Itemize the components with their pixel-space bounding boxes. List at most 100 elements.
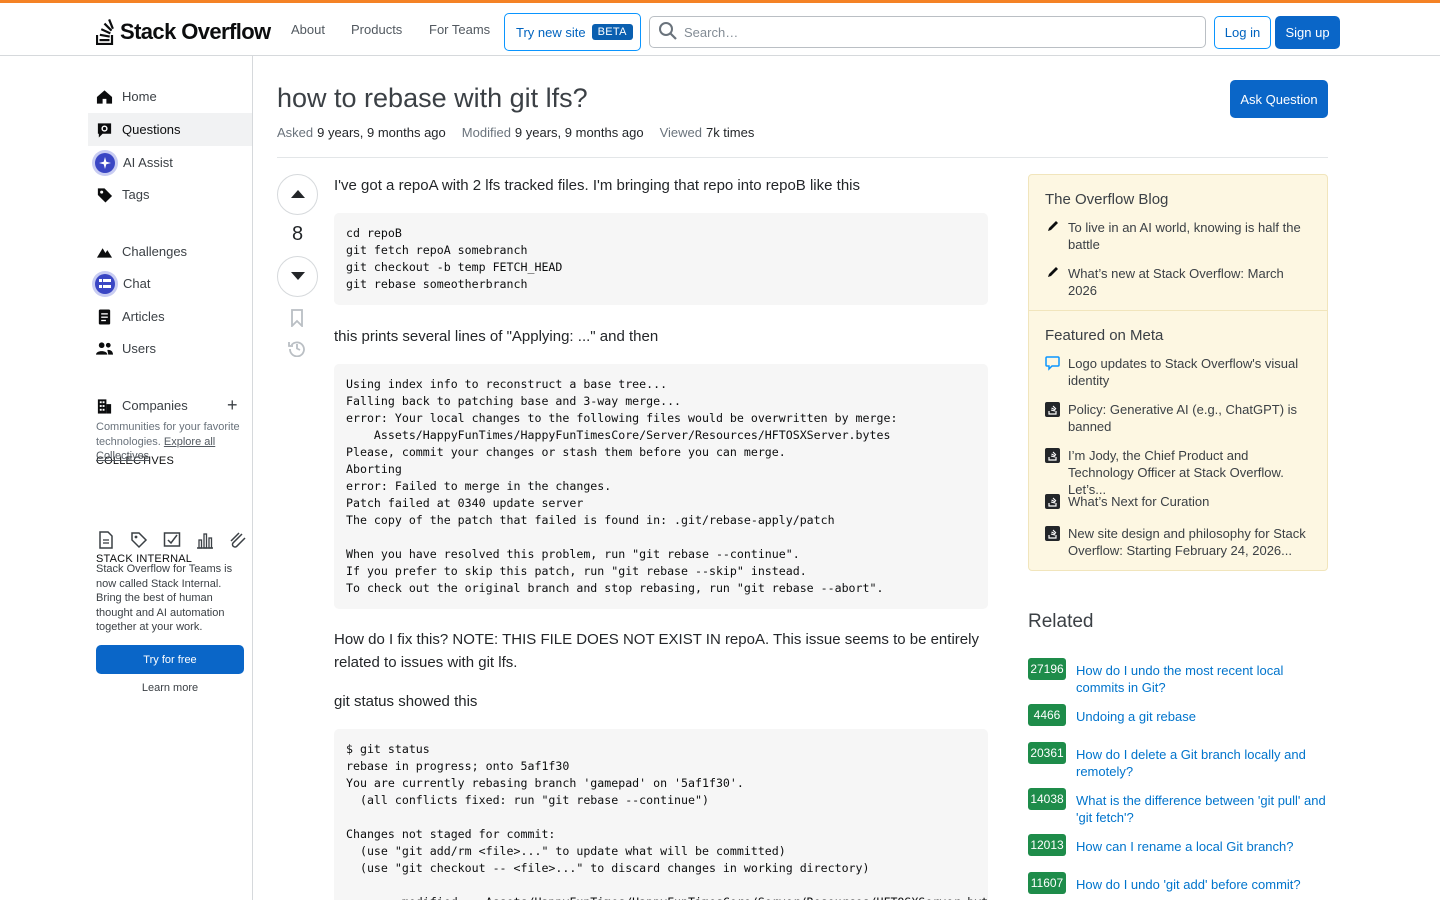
sidebar-item-chat[interactable]: Chat	[88, 267, 252, 300]
meta-item[interactable]: What’s Next for Curation	[1045, 493, 1315, 510]
related-link[interactable]: How can I rename a local Git branch?	[1076, 838, 1294, 856]
challenges-icon	[96, 243, 113, 260]
related-link[interactable]: What is the difference between 'git pull…	[1076, 792, 1328, 826]
bar-chart-icon	[195, 530, 215, 550]
related-item[interactable]: 20361 How do I delete a Git branch local…	[1028, 742, 1328, 780]
beta-badge: BETA	[591, 24, 633, 40]
related-item[interactable]: 4466 Undoing a git rebase	[1028, 704, 1328, 726]
related-item[interactable]: 12013 How can I rename a local Git branc…	[1028, 834, 1328, 856]
related-link[interactable]: How do I undo the most recent local comm…	[1076, 662, 1328, 696]
score-badge: 12013	[1028, 834, 1066, 856]
score-badge: 4466	[1028, 704, 1066, 726]
sidebar-item-challenges[interactable]: Challenges	[88, 235, 252, 268]
sidebar-item-label: Home	[122, 89, 157, 104]
score-badge: 27196	[1028, 658, 1066, 680]
meta-site-icon	[1045, 494, 1060, 509]
search-box[interactable]	[649, 16, 1206, 48]
signup-button[interactable]: Sign up	[1275, 16, 1340, 49]
sidebar-item-label: Questions	[122, 122, 181, 137]
try-new-site-button[interactable]: Try new site BETA	[504, 13, 641, 51]
search-icon	[658, 21, 678, 44]
logo-text: Stack Overflow	[120, 19, 271, 44]
try-for-free-button[interactable]: Try for free	[96, 645, 244, 674]
related-link[interactable]: How do I delete a Git branch locally and…	[1076, 746, 1328, 780]
collectives-description: Communities for your favorite technologi…	[96, 421, 240, 462]
sidebar-item-label: Companies	[122, 398, 188, 413]
related-item[interactable]: 14038 What is the difference between 'gi…	[1028, 788, 1328, 826]
asked-info: Asked 9 years, 9 months ago	[277, 125, 446, 140]
question-meta: Asked 9 years, 9 months ago Modified 9 yea…	[277, 125, 754, 140]
blog-item[interactable]: To live in an AI world, knowing is half …	[1045, 219, 1315, 253]
sidebar-item-home[interactable]: Home	[88, 80, 252, 113]
score-badge: 20361	[1028, 742, 1066, 764]
viewed-info: Viewed 7k times	[659, 125, 755, 140]
sidebar-item-ai-assist[interactable]: AI Assist	[88, 146, 252, 179]
related-item[interactable]: 11607 How do I undo 'git add' before com…	[1028, 872, 1328, 894]
meta-item[interactable]: Policy: Generative AI (e.g., ChatGPT) is…	[1045, 401, 1315, 435]
nav-products[interactable]: Products	[351, 22, 402, 37]
ask-question-button[interactable]: Ask Question	[1230, 80, 1328, 118]
nav-for-teams[interactable]: For Teams	[429, 22, 490, 37]
meta-site-icon	[1045, 526, 1060, 541]
stack-overflow-logo-icon	[95, 19, 116, 46]
nav-about[interactable]: About	[291, 22, 325, 37]
sidebar-item-tags[interactable]: Tags	[88, 178, 252, 211]
sidebar-item-label: Articles	[122, 309, 165, 324]
related-title: Related	[1028, 611, 1094, 632]
search-input[interactable]	[684, 24, 1184, 40]
blog-title: The Overflow Blog	[1045, 191, 1169, 208]
sidebar-item-questions[interactable]: Questions	[88, 113, 252, 146]
users-icon	[96, 340, 113, 357]
sidebar-item-label: Challenges	[122, 244, 188, 259]
history-icon[interactable]	[287, 338, 307, 358]
pencil-icon	[1045, 265, 1060, 299]
sidebar-item-users[interactable]: Users	[88, 332, 252, 365]
companies-icon	[96, 397, 113, 414]
meta-item[interactable]: Logo updates to Stack Overflow's visual …	[1045, 355, 1315, 389]
learn-more-link[interactable]: Learn more	[96, 682, 244, 694]
sidebar-item-label: Tags	[122, 187, 150, 202]
chat-icon	[92, 270, 118, 297]
comment-icon	[1045, 355, 1060, 389]
sidebar-item-label: Users	[122, 341, 156, 356]
meta-site-icon	[1045, 448, 1060, 463]
blog-item[interactable]: What’s new at Stack Overflow: March 2026	[1045, 265, 1315, 299]
meta-site-icon	[1045, 402, 1060, 417]
downvote-arrow-icon	[290, 269, 306, 284]
upvote-arrow-icon	[290, 187, 306, 202]
document-icon	[96, 530, 116, 550]
code-block: cd repoB git fetch repoA somebranch git …	[334, 213, 988, 305]
code-block: Using index info to reconstruct a base t…	[334, 364, 988, 609]
upvote-button[interactable]	[277, 174, 318, 215]
tag-icon	[96, 186, 113, 203]
meta-item[interactable]: I’m Jody, the Chief Product and Technolo…	[1045, 447, 1315, 498]
modified-info: Modified 9 years, 9 months ago	[461, 125, 644, 140]
home-icon	[96, 88, 113, 105]
bookmark-icon[interactable]	[287, 308, 307, 328]
vote-count: 8	[291, 223, 304, 245]
add-collective-icon[interactable]: +	[227, 396, 238, 414]
stack-internal-description: Stack Overflow for Teams is now called S…	[96, 563, 233, 633]
attachment-icon	[228, 530, 248, 550]
logo[interactable]: Stack Overflow	[95, 18, 271, 46]
post-paragraph: git status showed this	[334, 693, 478, 710]
question-title[interactable]: how to rebase with git lfs?	[277, 83, 588, 114]
top-bar: Stack Overflow About Products For Teams …	[0, 0, 1440, 56]
related-link[interactable]: Undoing a git rebase	[1076, 708, 1196, 726]
questions-icon	[96, 121, 113, 138]
code-block: $ git status rebase in progress; onto 5a…	[334, 729, 988, 900]
post-paragraph: this prints several lines of "Applying: …	[334, 328, 659, 345]
score-badge: 11607	[1028, 872, 1066, 894]
checkbox-icon	[162, 530, 182, 550]
articles-icon	[96, 308, 113, 325]
login-button[interactable]: Log in	[1214, 16, 1271, 49]
tag-outline-icon	[129, 530, 149, 550]
sidebar-item-articles[interactable]: Articles	[88, 300, 252, 333]
pencil-icon	[1045, 219, 1060, 253]
meta-item[interactable]: New site design and philosophy for Stack…	[1045, 525, 1315, 559]
downvote-button[interactable]	[277, 256, 318, 297]
related-link[interactable]: How do I undo 'git add' before commit?	[1076, 876, 1301, 894]
ai-assist-icon	[92, 149, 118, 176]
related-item[interactable]: 27196 How do I undo the most recent loca…	[1028, 658, 1328, 696]
stack-internal-icons	[96, 530, 248, 550]
